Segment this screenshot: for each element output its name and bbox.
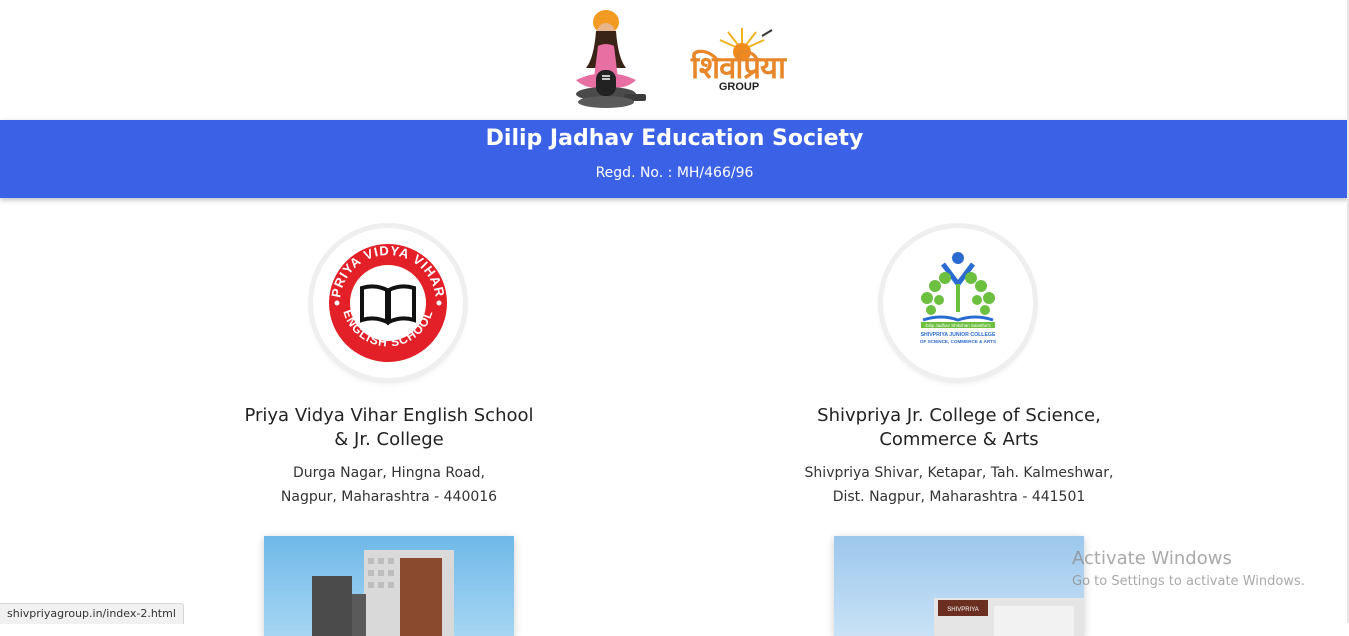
- society-banner: Dilip Jadhav Education Society Regd. No.…: [0, 120, 1349, 198]
- building-image: SHIVPRIYA: [934, 598, 1084, 636]
- institution-address: Durga Nagar, Hingna Road, Nagpur, Mahara…: [179, 461, 599, 509]
- logo-text-top: Dilip Jadhav Shikshan Sanstha's: [925, 323, 991, 328]
- school-logo-badge[interactable]: PRIYA VIDYA VIHAR ENGLISH SCHOOL: [313, 228, 463, 378]
- society-name: Dilip Jadhav Education Society: [485, 126, 864, 151]
- institution-name-line1: Priya Vidya Vihar English School: [244, 405, 534, 426]
- header-logos: शिवप्रिया GROUP: [0, 0, 1349, 120]
- logo-text-bottom: OF SCIENCE, COMMERCE & ARTS: [920, 339, 996, 344]
- institution-name-line2: & Jr. College: [334, 429, 444, 450]
- address-line1: Durga Nagar, Hingna Road,: [293, 465, 485, 481]
- school-building-photo[interactable]: [264, 536, 514, 636]
- priya-vidya-vihar-logo: PRIYA VIDYA VIHAR ENGLISH SCHOOL: [328, 243, 447, 362]
- windows-activation-watermark: Activate Windows Go to Settings to activ…: [1072, 548, 1342, 592]
- shivpriya-college-logo: Dilip Jadhav Shikshan Sanstha's SHIVPRIY…: [920, 252, 996, 344]
- logo-text-mid: SHIVPRIYA JUNIOR COLLEGE: [921, 332, 996, 338]
- browser-status-url: shivpriyagroup.in/index-2.html: [0, 603, 184, 624]
- goddess-shivling-logo[interactable]: [566, 8, 650, 112]
- watermark-subtitle: Go to Settings to activate Windows.: [1072, 574, 1305, 589]
- institution-name[interactable]: Shivpriya Jr. College of Science, Commer…: [749, 404, 1169, 452]
- building-sign: SHIVPRIYA: [947, 607, 979, 613]
- address-line2: Nagpur, Maharashtra - 440016: [280, 489, 498, 505]
- institution-address: Shivpriya Shivar, Ketapar, Tah. Kalmeshw…: [749, 461, 1169, 509]
- college-building-photo[interactable]: SHIVPRIYA: [834, 536, 1084, 636]
- registration-number: Regd. No. : MH/466/96: [595, 165, 754, 181]
- institution-name-line1: Shivpriya Jr. College of Science,: [817, 405, 1101, 426]
- institution-name-line2: Commerce & Arts: [879, 429, 1039, 450]
- building-image: [312, 550, 454, 636]
- college-logo-badge[interactable]: Dilip Jadhav Shikshan Sanstha's SHIVPRIY…: [883, 228, 1033, 378]
- address-line2: Dist. Nagpur, Maharashtra - 441501: [832, 489, 1086, 505]
- address-line1: Shivpriya Shivar, Ketapar, Tah. Kalmeshw…: [804, 465, 1114, 481]
- institution-name[interactable]: Priya Vidya Vihar English School & Jr. C…: [179, 404, 599, 452]
- shivpriya-group-logo[interactable]: शिवप्रिया GROUP: [684, 24, 792, 98]
- group-logo-subtext: GROUP: [718, 81, 760, 93]
- watermark-title: Activate Windows: [1072, 548, 1232, 569]
